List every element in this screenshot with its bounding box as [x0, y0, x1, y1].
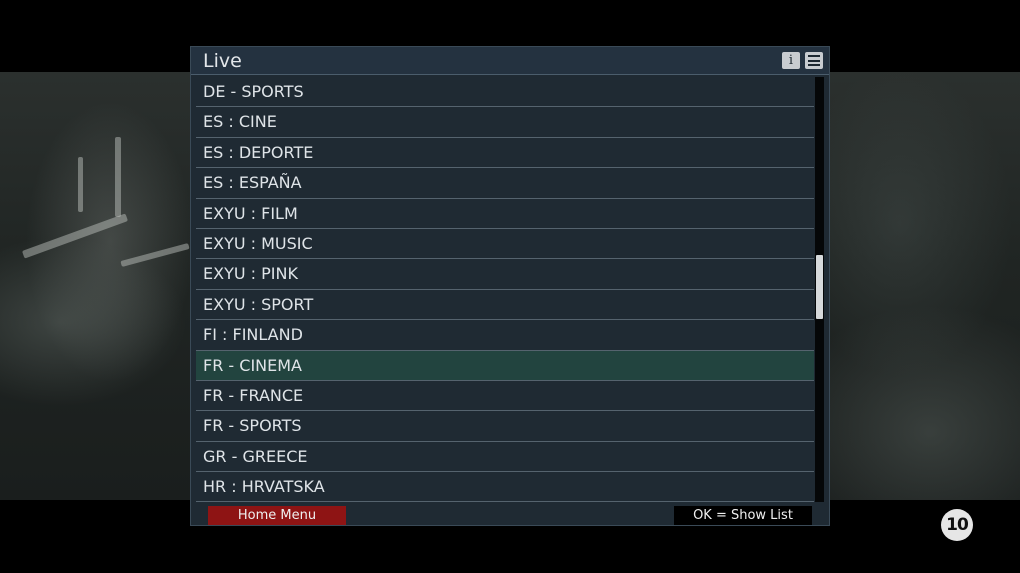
- background-light-streak: [120, 243, 190, 267]
- live-channel-panel: Live i DE - SPORTS ES : CINE ES : DEPORTE E…: [190, 46, 830, 526]
- background-light-streak: [78, 157, 83, 212]
- info-button[interactable]: i: [782, 52, 800, 69]
- channel-list-item[interactable]: HR : HRVATSKA: [196, 472, 814, 503]
- channel-list-item[interactable]: FR - FRANCE: [196, 380, 814, 412]
- channel-list-item[interactable]: EXYU : SPORT: [196, 289, 814, 321]
- channel-list-item[interactable]: GR - GREECE: [196, 441, 814, 473]
- channel-list-item[interactable]: FI : FINLAND: [196, 320, 814, 351]
- screen: Live i DE - SPORTS ES : CINE ES : DEPORTE E…: [0, 0, 1020, 573]
- channel-logo: 10: [941, 509, 973, 541]
- home-menu-button[interactable]: Home Menu: [208, 506, 346, 525]
- menu-button[interactable]: [805, 52, 823, 69]
- hamburger-menu-icon: [808, 55, 820, 66]
- ok-show-list-hint: OK = Show List: [674, 506, 812, 525]
- panel-footer: Home Menu OK = Show List: [191, 505, 829, 525]
- scrollbar[interactable]: [815, 77, 824, 502]
- channel-list-item[interactable]: EXYU : MUSIC: [196, 228, 814, 260]
- channel-list-item[interactable]: DE - SPORTS: [196, 77, 814, 108]
- channel-list-item[interactable]: ES : DEPORTE: [196, 137, 814, 169]
- channel-list-item[interactable]: FR - SPORTS: [196, 411, 814, 442]
- background-light-streak: [115, 137, 121, 217]
- channel-list-item[interactable]: EXYU : PINK: [196, 259, 814, 290]
- channel-list: DE - SPORTS ES : CINE ES : DEPORTE ES : ESP…: [196, 77, 814, 504]
- channel-list-item[interactable]: ES : CINE: [196, 107, 814, 138]
- panel-header: Live i: [191, 47, 829, 75]
- channel-list-item[interactable]: ES : ESPAÑA: [196, 168, 814, 199]
- background-light-streak: [21, 213, 129, 259]
- channel-list-item[interactable]: FR - CINEMA: [196, 350, 814, 381]
- channel-list-item[interactable]: EXYU : FILM: [196, 198, 814, 229]
- info-icon: i: [788, 53, 794, 68]
- scrollbar-thumb[interactable]: [816, 255, 823, 319]
- panel-title: Live: [203, 50, 242, 72]
